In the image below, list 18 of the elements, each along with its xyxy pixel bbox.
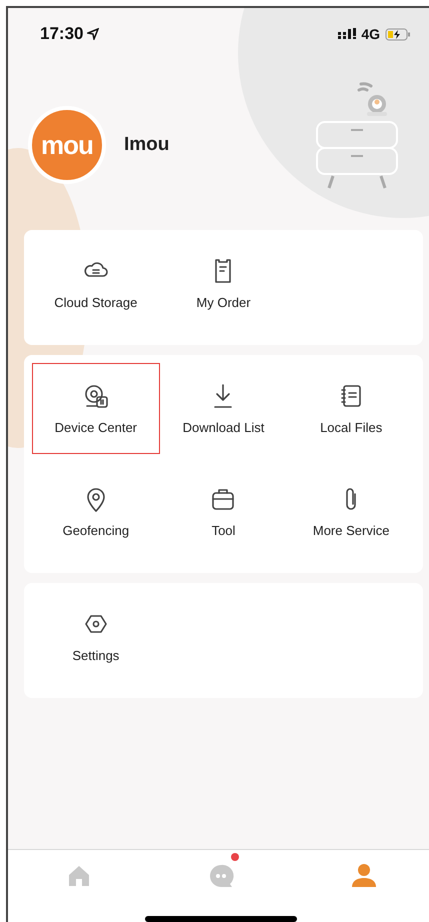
menu-item[interactable]: Device Center — [32, 363, 160, 454]
menu-item[interactable]: More Service — [287, 466, 415, 557]
chat-bubble-icon — [208, 863, 234, 889]
signal-icon — [338, 28, 356, 40]
battery-charging-icon — [385, 28, 411, 40]
menu-item[interactable]: Settings — [32, 591, 160, 682]
menu-item[interactable]: Local Files — [287, 363, 415, 454]
menu-item[interactable]: Cloud Storage — [32, 238, 160, 329]
menu-item[interactable]: Tool — [160, 466, 288, 557]
location-arrow-icon — [87, 28, 100, 40]
network-label: 4G — [361, 26, 380, 42]
menu-item[interactable]: Download List — [160, 363, 288, 454]
menu-item[interactable]: My Order — [160, 238, 288, 329]
person-icon — [352, 863, 376, 889]
menu-item[interactable]: Geofencing — [32, 466, 160, 557]
home-icon — [67, 864, 92, 888]
user-name: Imou — [124, 134, 170, 156]
clock-time: 17:30 — [40, 24, 84, 44]
